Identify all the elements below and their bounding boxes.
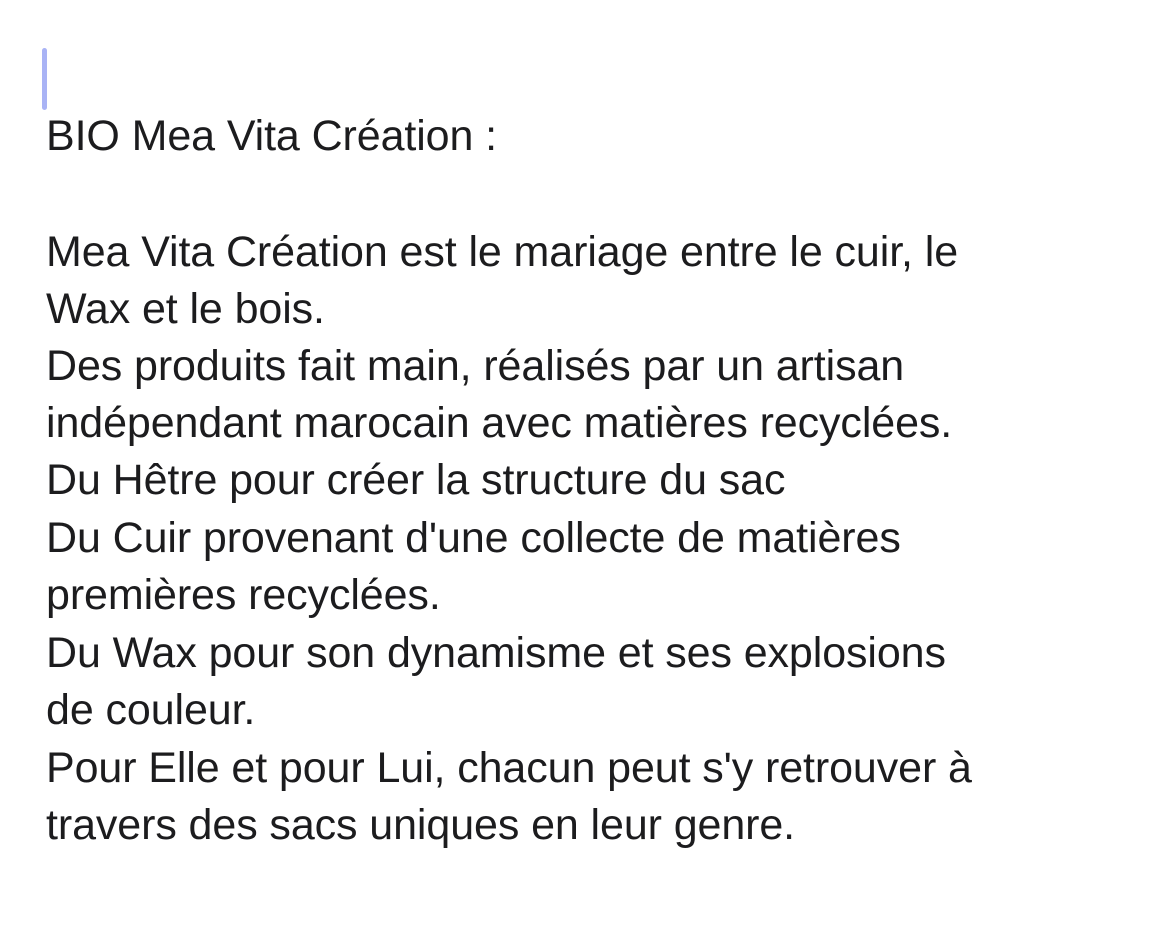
- note-line: travers des sacs uniques en leur genre.: [46, 801, 796, 849]
- note-line: Du Wax pour son dynamisme et ses explosi…: [46, 629, 946, 677]
- note-line: Mea Vita Création est le mariage entre l…: [46, 228, 959, 276]
- note-line: Des produits fait main, réalisés par un …: [46, 342, 905, 390]
- note-line: premières recyclées.: [46, 571, 441, 619]
- note-title: BIO Mea Vita Création :: [46, 112, 498, 160]
- note-line: indépendant marocain avec matières recyc…: [46, 399, 953, 447]
- note-line: Pour Elle et pour Lui, chacun peut s'y r…: [46, 744, 972, 792]
- note-line: Wax et le bois.: [46, 285, 325, 333]
- note-line: Du Hêtre pour créer la structure du sac: [46, 456, 786, 504]
- note-text-editor[interactable]: BIO Mea Vita Création : Mea Vita Créatio…: [0, 0, 1170, 952]
- text-cursor: [42, 48, 47, 110]
- note-line: Du Cuir provenant d'une collecte de mati…: [46, 514, 901, 562]
- note-line: de couleur.: [46, 686, 256, 734]
